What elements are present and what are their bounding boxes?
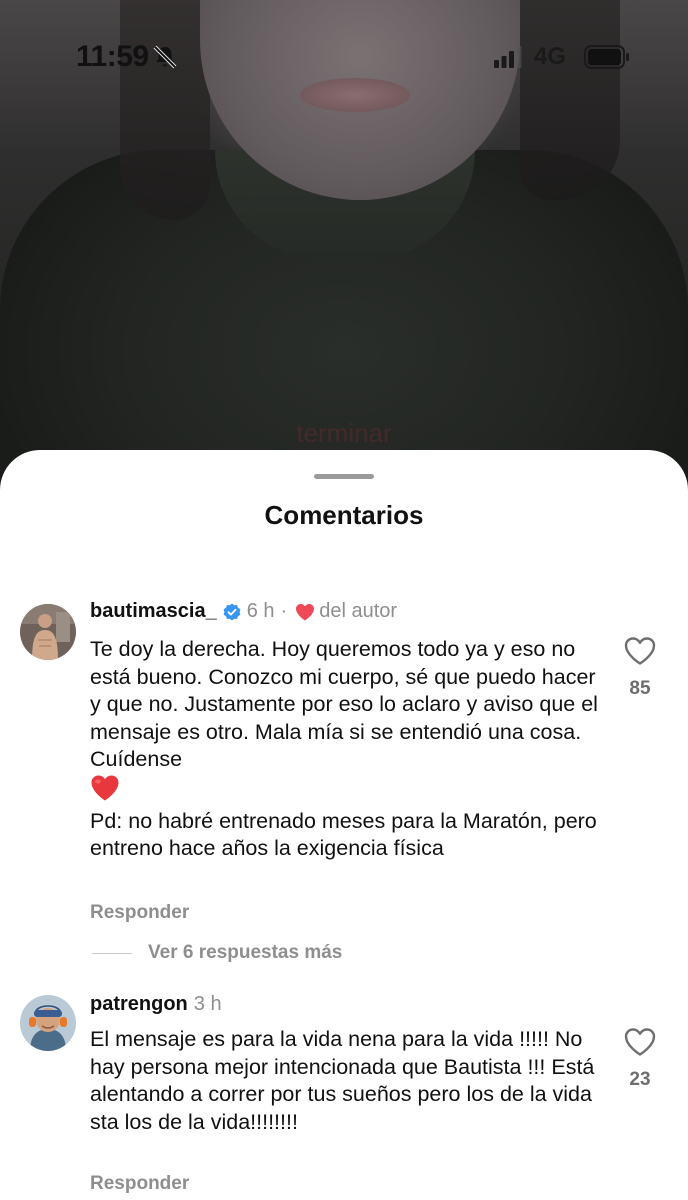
comments-sheet: Comentarios bautimascia_ 6 h · del autor… <box>0 450 688 1200</box>
author-liked-heart-icon <box>296 603 315 620</box>
username[interactable]: bautimascia_ <box>90 600 217 623</box>
comment-time: 6 h <box>246 600 275 622</box>
comment-header: patrengon 3 h <box>90 993 222 1016</box>
comment-time: 3 h <box>193 993 222 1015</box>
sheet-title: Comentarios <box>264 500 424 530</box>
sheet-grabber[interactable] <box>314 474 374 479</box>
author-liked-label: del autor <box>319 600 398 622</box>
comment-text: El mensaje es para la vida nena para la … <box>90 1026 610 1136</box>
heart-outline-icon[interactable] <box>624 1027 656 1057</box>
network-type: 4G <box>534 43 567 70</box>
like-count: 23 <box>629 1069 651 1090</box>
red-heart-icon <box>91 775 119 801</box>
heart-outline-icon[interactable] <box>624 636 656 666</box>
reply-button[interactable]: Responder <box>90 1173 189 1195</box>
comment-header: bautimascia_ 6 h · del autor <box>90 600 397 623</box>
verified-badge-icon <box>223 603 241 620</box>
video-caption-text: terminar <box>296 418 392 448</box>
bell-off-icon <box>153 45 177 69</box>
avatar[interactable] <box>20 995 76 1051</box>
thread-line <box>92 952 132 954</box>
status-bar: 11:59 4G <box>0 0 688 110</box>
signal-icon <box>494 46 522 68</box>
status-time: 11:59 <box>76 40 149 73</box>
username[interactable]: patrengon <box>90 993 188 1016</box>
screen: terminar 11:59 4G Comentarios bautimasci… <box>0 0 688 1200</box>
view-more-replies[interactable]: Ver 6 respuestas más <box>92 942 342 964</box>
comment-paragraph: Te doy la derecha. Hoy queremos todo ya … <box>90 637 598 771</box>
comment-paragraph: Pd: no habré entrenado meses para la Mar… <box>90 808 597 861</box>
view-more-replies-label: Ver 6 respuestas más <box>148 942 343 963</box>
meta-separator: · <box>280 600 288 622</box>
reply-button[interactable]: Responder <box>90 902 189 924</box>
avatar[interactable] <box>20 604 76 660</box>
comment-paragraph: El mensaje es para la vida nena para la … <box>90 1027 595 1134</box>
comment-text: Te doy la derecha. Hoy queremos todo ya … <box>90 636 610 863</box>
battery-icon <box>584 45 629 69</box>
like-count: 85 <box>629 678 651 699</box>
